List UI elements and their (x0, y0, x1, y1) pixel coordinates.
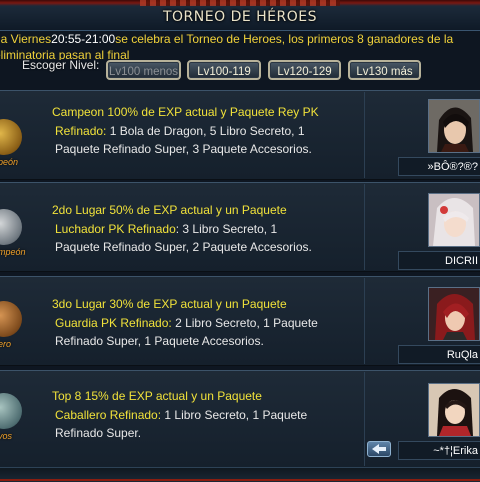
announcement: la Viernes20:55-21:00se celebra el Torne… (0, 32, 480, 60)
player-avatar[interactable] (428, 99, 480, 153)
level-selector: Escoger Nivel: Lv100 menos Lv100-119 Lv1… (0, 58, 480, 84)
player-avatar[interactable] (428, 287, 480, 341)
player-name: ~*†¦Erika (398, 441, 480, 460)
reward-key: Guardia PK Refinado: (55, 315, 172, 330)
reward-detail: 2 Libro Secreto, 1 Paquete (171, 315, 318, 330)
row-divider (364, 184, 365, 270)
reward-detail: 1 Libro Secreto, 1 Paquete (161, 407, 308, 422)
reward-text: Campeon 100% de EXP actual y Paquete Rey… (52, 103, 319, 159)
reward-row-top-8: vos Top 8 15% de EXP actual y un Paquete… (0, 370, 480, 468)
player-name: RuQla (398, 345, 480, 364)
reward-line-3: Refinado Super, 1 Paquete Accesorios. (55, 334, 264, 348)
reward-line-2: Refinado: 1 Bola de Dragon, 5 Libro Secr… (52, 122, 319, 141)
gold-medal-icon (0, 119, 22, 155)
title-bar: TORNEO DE HÉROES (0, 0, 480, 31)
back-button[interactable] (367, 441, 391, 457)
jade-medal-icon (0, 393, 22, 429)
level-button-lv120-129[interactable]: Lv120-129 (268, 60, 341, 80)
player-name: DICRII (398, 251, 480, 270)
reward-heading: 3do Lugar 30% de EXP actual y un Paquete (52, 297, 287, 311)
announcement-time: 20:55-21:00 (51, 32, 116, 46)
silver-medal-icon (0, 209, 22, 245)
reward-line-2: Luchador PK Refinado: 3 Libro Secreto, 1 (52, 220, 312, 239)
reward-heading: Campeon 100% de EXP actual y Paquete Rey… (52, 105, 319, 119)
reward-text: Top 8 15% de EXP actual y un Paquete Cab… (52, 387, 307, 443)
announcement-line-1: la Viernes20:55-21:00se celebra el Torne… (0, 32, 453, 46)
reward-detail: 1 Bola de Dragon, 5 Libro Secreto, 1 (106, 123, 305, 138)
bronze-medal-icon (0, 301, 22, 337)
reward-heading: Top 8 15% de EXP actual y un Paquete (52, 389, 262, 403)
row-divider (364, 92, 365, 178)
title-ornament (140, 0, 340, 6)
player-avatar[interactable] (428, 383, 480, 437)
reward-line-3: Paquete Refinado Super, 3 Paquete Acceso… (55, 142, 312, 156)
reward-key: Refinado: (55, 123, 107, 138)
player-avatar[interactable] (428, 193, 480, 247)
reward-text: 2do Lugar 50% de EXP actual y un Paquete… (52, 201, 312, 257)
row-divider (364, 372, 365, 466)
medal-label: peón (0, 157, 19, 167)
announcement-text-a: la Viernes (0, 32, 52, 46)
medal-label: ero (0, 339, 12, 349)
medal-label: vos (0, 431, 13, 441)
level-button-lv100-119[interactable]: Lv100-119 (187, 60, 261, 80)
reward-row-campeon: peón Campeon 100% de EXP actual y Paquet… (0, 90, 480, 180)
row-divider (364, 278, 365, 364)
reward-detail: : 3 Libro Secreto, 1 (175, 221, 278, 236)
medal-label: mpeón (0, 247, 26, 257)
reward-line-3: Refinado Super. (55, 426, 142, 440)
reward-line-2: Caballero Refinado: 1 Libro Secreto, 1 P… (52, 406, 307, 425)
reward-heading: 2do Lugar 50% de EXP actual y un Paquete (52, 203, 287, 217)
reward-key: Luchador PK Refinado (55, 221, 176, 236)
level-button-lv100-menos[interactable]: Lv100 menos (106, 60, 181, 80)
reward-line-3: Paquete Refinado Super, 2 Paquete Acceso… (55, 240, 312, 254)
level-button-lv130-mas[interactable]: Lv130 más (348, 60, 421, 80)
reward-row-2do-lugar: mpeón 2do Lugar 50% de EXP actual y un P… (0, 182, 480, 272)
reward-key: Caballero Refinado: (55, 407, 162, 422)
arrow-left-icon (372, 444, 386, 454)
reward-row-3do-lugar: ero 3do Lugar 30% de EXP actual y un Paq… (0, 276, 480, 366)
announcement-text-b: se celebra el Torneo de Heroes, los prim… (115, 32, 454, 46)
player-name: »BÔ®?®? (398, 157, 480, 176)
page-title: TORNEO DE HÉROES (162, 9, 317, 25)
reward-text: 3do Lugar 30% de EXP actual y un Paquete… (52, 295, 318, 351)
reward-line-2: Guardia PK Refinado: 2 Libro Secreto, 1 … (52, 314, 318, 333)
level-selector-label: Escoger Nivel: (22, 58, 100, 72)
